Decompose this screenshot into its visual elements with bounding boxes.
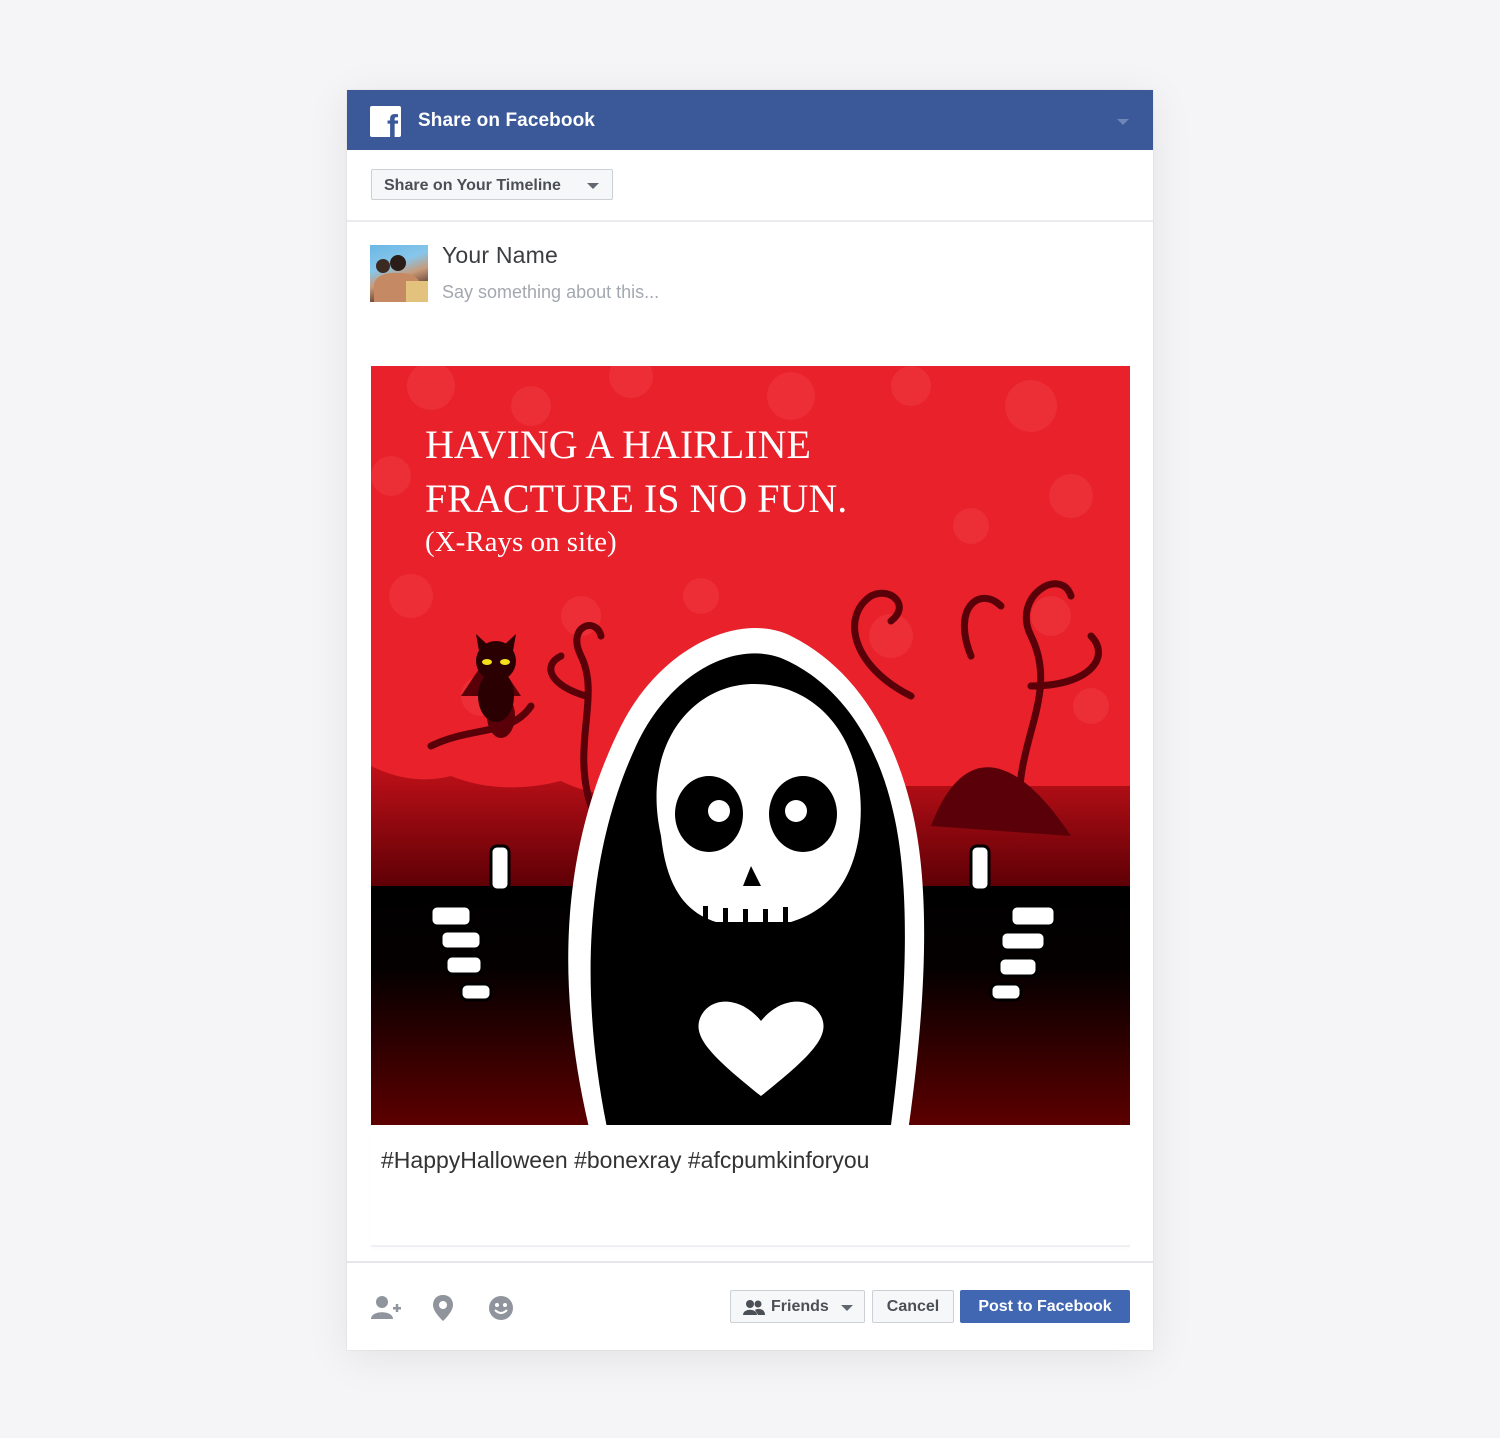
user-name: Your Name [442, 242, 559, 268]
location-pin-icon[interactable] [433, 1295, 453, 1321]
image-subtitle: (X-Rays on site) [425, 526, 617, 558]
chevron-down-icon [587, 183, 599, 189]
facebook-logo-letter: f [387, 108, 398, 137]
image-headline: HAVING A HAIRLINE FRACTURE IS NO FUN. [425, 418, 847, 526]
image-headline-line1: HAVING A HAIRLINE [425, 422, 811, 467]
share-target-label: Share on Your Timeline [384, 177, 561, 194]
tag-friends-icon[interactable] [371, 1295, 401, 1319]
audience-label: Friends [771, 1298, 829, 1315]
facebook-logo-icon: f [370, 106, 401, 137]
dialog-title: Share on Facebook [418, 110, 595, 131]
share-dialog: f Share on Facebook Share on Your Timeli… [347, 90, 1153, 1350]
share-target-bar: Share on Your Timeline [347, 150, 1153, 222]
chevron-down-icon [841, 1305, 853, 1311]
shared-post-image: HAVING A HAIRLINE FRACTURE IS NO FUN. (X… [371, 366, 1130, 1125]
post-text-input[interactable]: Say something about this... [442, 282, 659, 303]
post-to-facebook-button[interactable]: Post to Facebook [960, 1290, 1130, 1323]
friends-audience-icon [743, 1300, 765, 1315]
image-headline-line2: FRACTURE IS NO FUN. [425, 476, 848, 521]
user-avatar [370, 245, 428, 302]
feeling-smiley-icon[interactable] [488, 1295, 514, 1321]
audience-selector-button[interactable]: Friends [730, 1290, 865, 1323]
dialog-header: f Share on Facebook [347, 90, 1153, 150]
post-caption-box: #HappyHalloween #bonexray #afcpumkinfory… [371, 1125, 1130, 1247]
cancel-button[interactable]: Cancel [872, 1290, 954, 1323]
dialog-footer: Friends Cancel Post to Facebook [347, 1261, 1153, 1352]
header-menu-chevron-icon[interactable] [1117, 119, 1129, 125]
share-target-dropdown[interactable]: Share on Your Timeline [371, 169, 613, 200]
post-caption: #HappyHalloween #bonexray #afcpumkinfory… [381, 1147, 870, 1173]
